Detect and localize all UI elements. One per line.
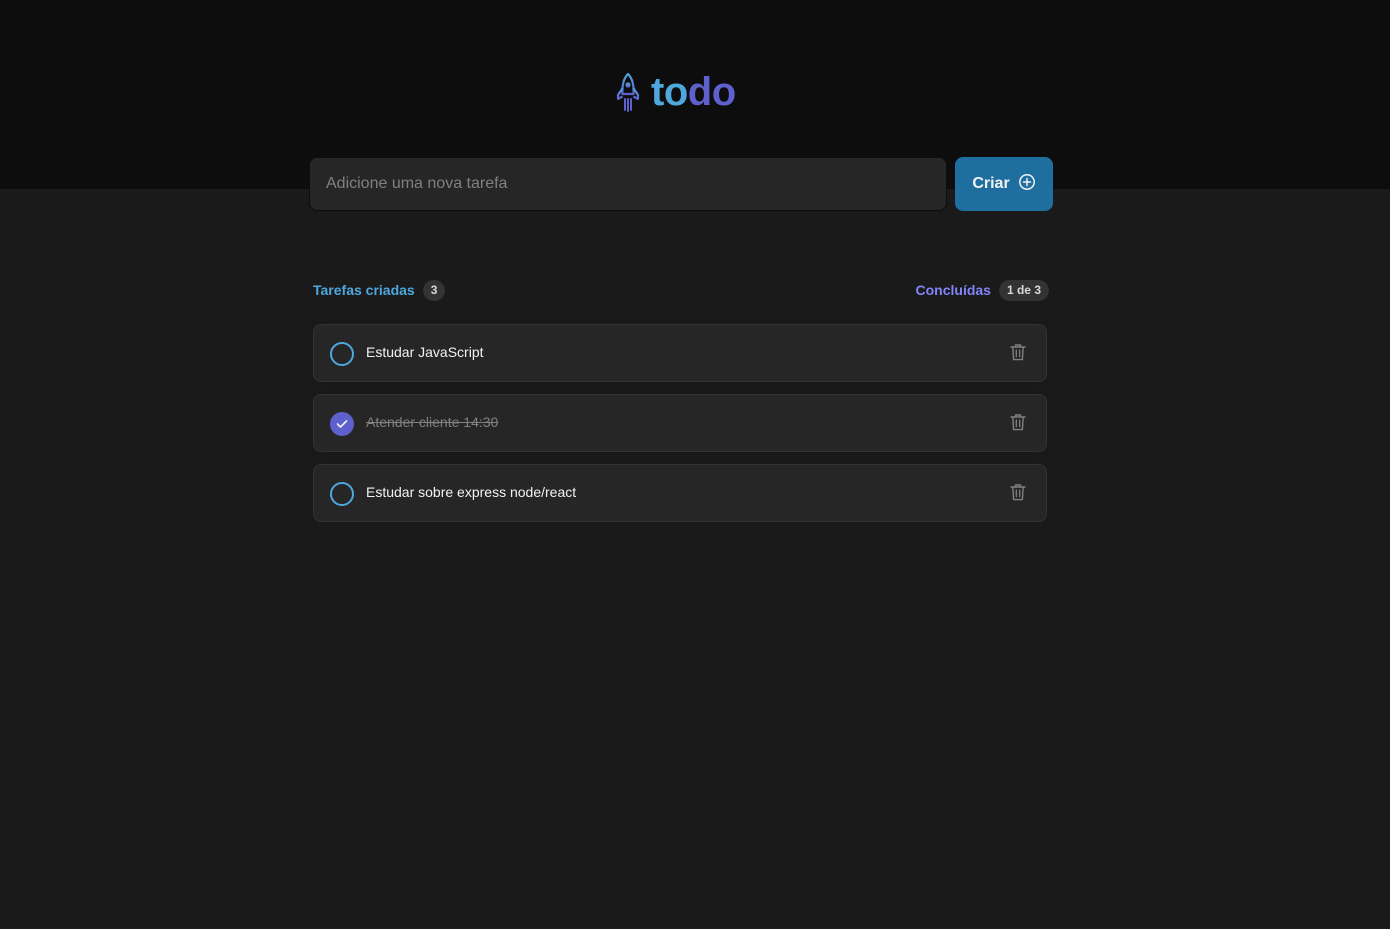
task-text: Estudar sobre express node/react — [366, 484, 577, 500]
task-text: Atender cliente 14:30 — [366, 414, 499, 430]
created-counter-group: Tarefas criadas 3 — [313, 279, 446, 301]
task-item: Estudar JavaScript — [313, 324, 1047, 382]
task-checkbox[interactable] — [330, 482, 354, 506]
task-item: Estudar sobre express node/react — [313, 464, 1047, 522]
logo-text: todo — [651, 70, 736, 114]
rocket-icon — [615, 72, 641, 112]
created-tasks-label: Tarefas criadas — [313, 282, 415, 298]
task-item: Atender cliente 14:30 — [313, 394, 1047, 452]
checkmark-icon — [336, 420, 348, 428]
trash-icon[interactable] — [1006, 480, 1030, 504]
task-checkbox[interactable] — [330, 342, 354, 366]
done-tasks-count: 1 de 3 — [998, 279, 1049, 301]
task-text: Estudar JavaScript — [366, 344, 484, 360]
done-tasks-label: Concluídas — [915, 282, 991, 298]
plus-circle-icon — [1018, 173, 1036, 196]
new-task-input[interactable] — [309, 157, 947, 211]
new-task-form: Criar — [309, 157, 1053, 211]
task-info: Tarefas criadas 3 Concluídas 1 de 3 — [313, 279, 1049, 301]
create-task-button[interactable]: Criar — [955, 157, 1053, 211]
done-counter-group: Concluídas 1 de 3 — [915, 279, 1049, 301]
app-logo: todo — [615, 70, 736, 114]
created-tasks-count: 3 — [422, 279, 446, 301]
task-list: Estudar JavaScript Atender cliente 14:30 E… — [313, 324, 1047, 522]
trash-icon[interactable] — [1006, 340, 1030, 364]
create-button-label: Criar — [972, 175, 1010, 192]
trash-icon[interactable] — [1006, 410, 1030, 434]
logo-text-to: to — [651, 70, 688, 114]
task-checkbox-checked[interactable] — [330, 412, 354, 436]
logo-text-do: do — [687, 70, 736, 114]
